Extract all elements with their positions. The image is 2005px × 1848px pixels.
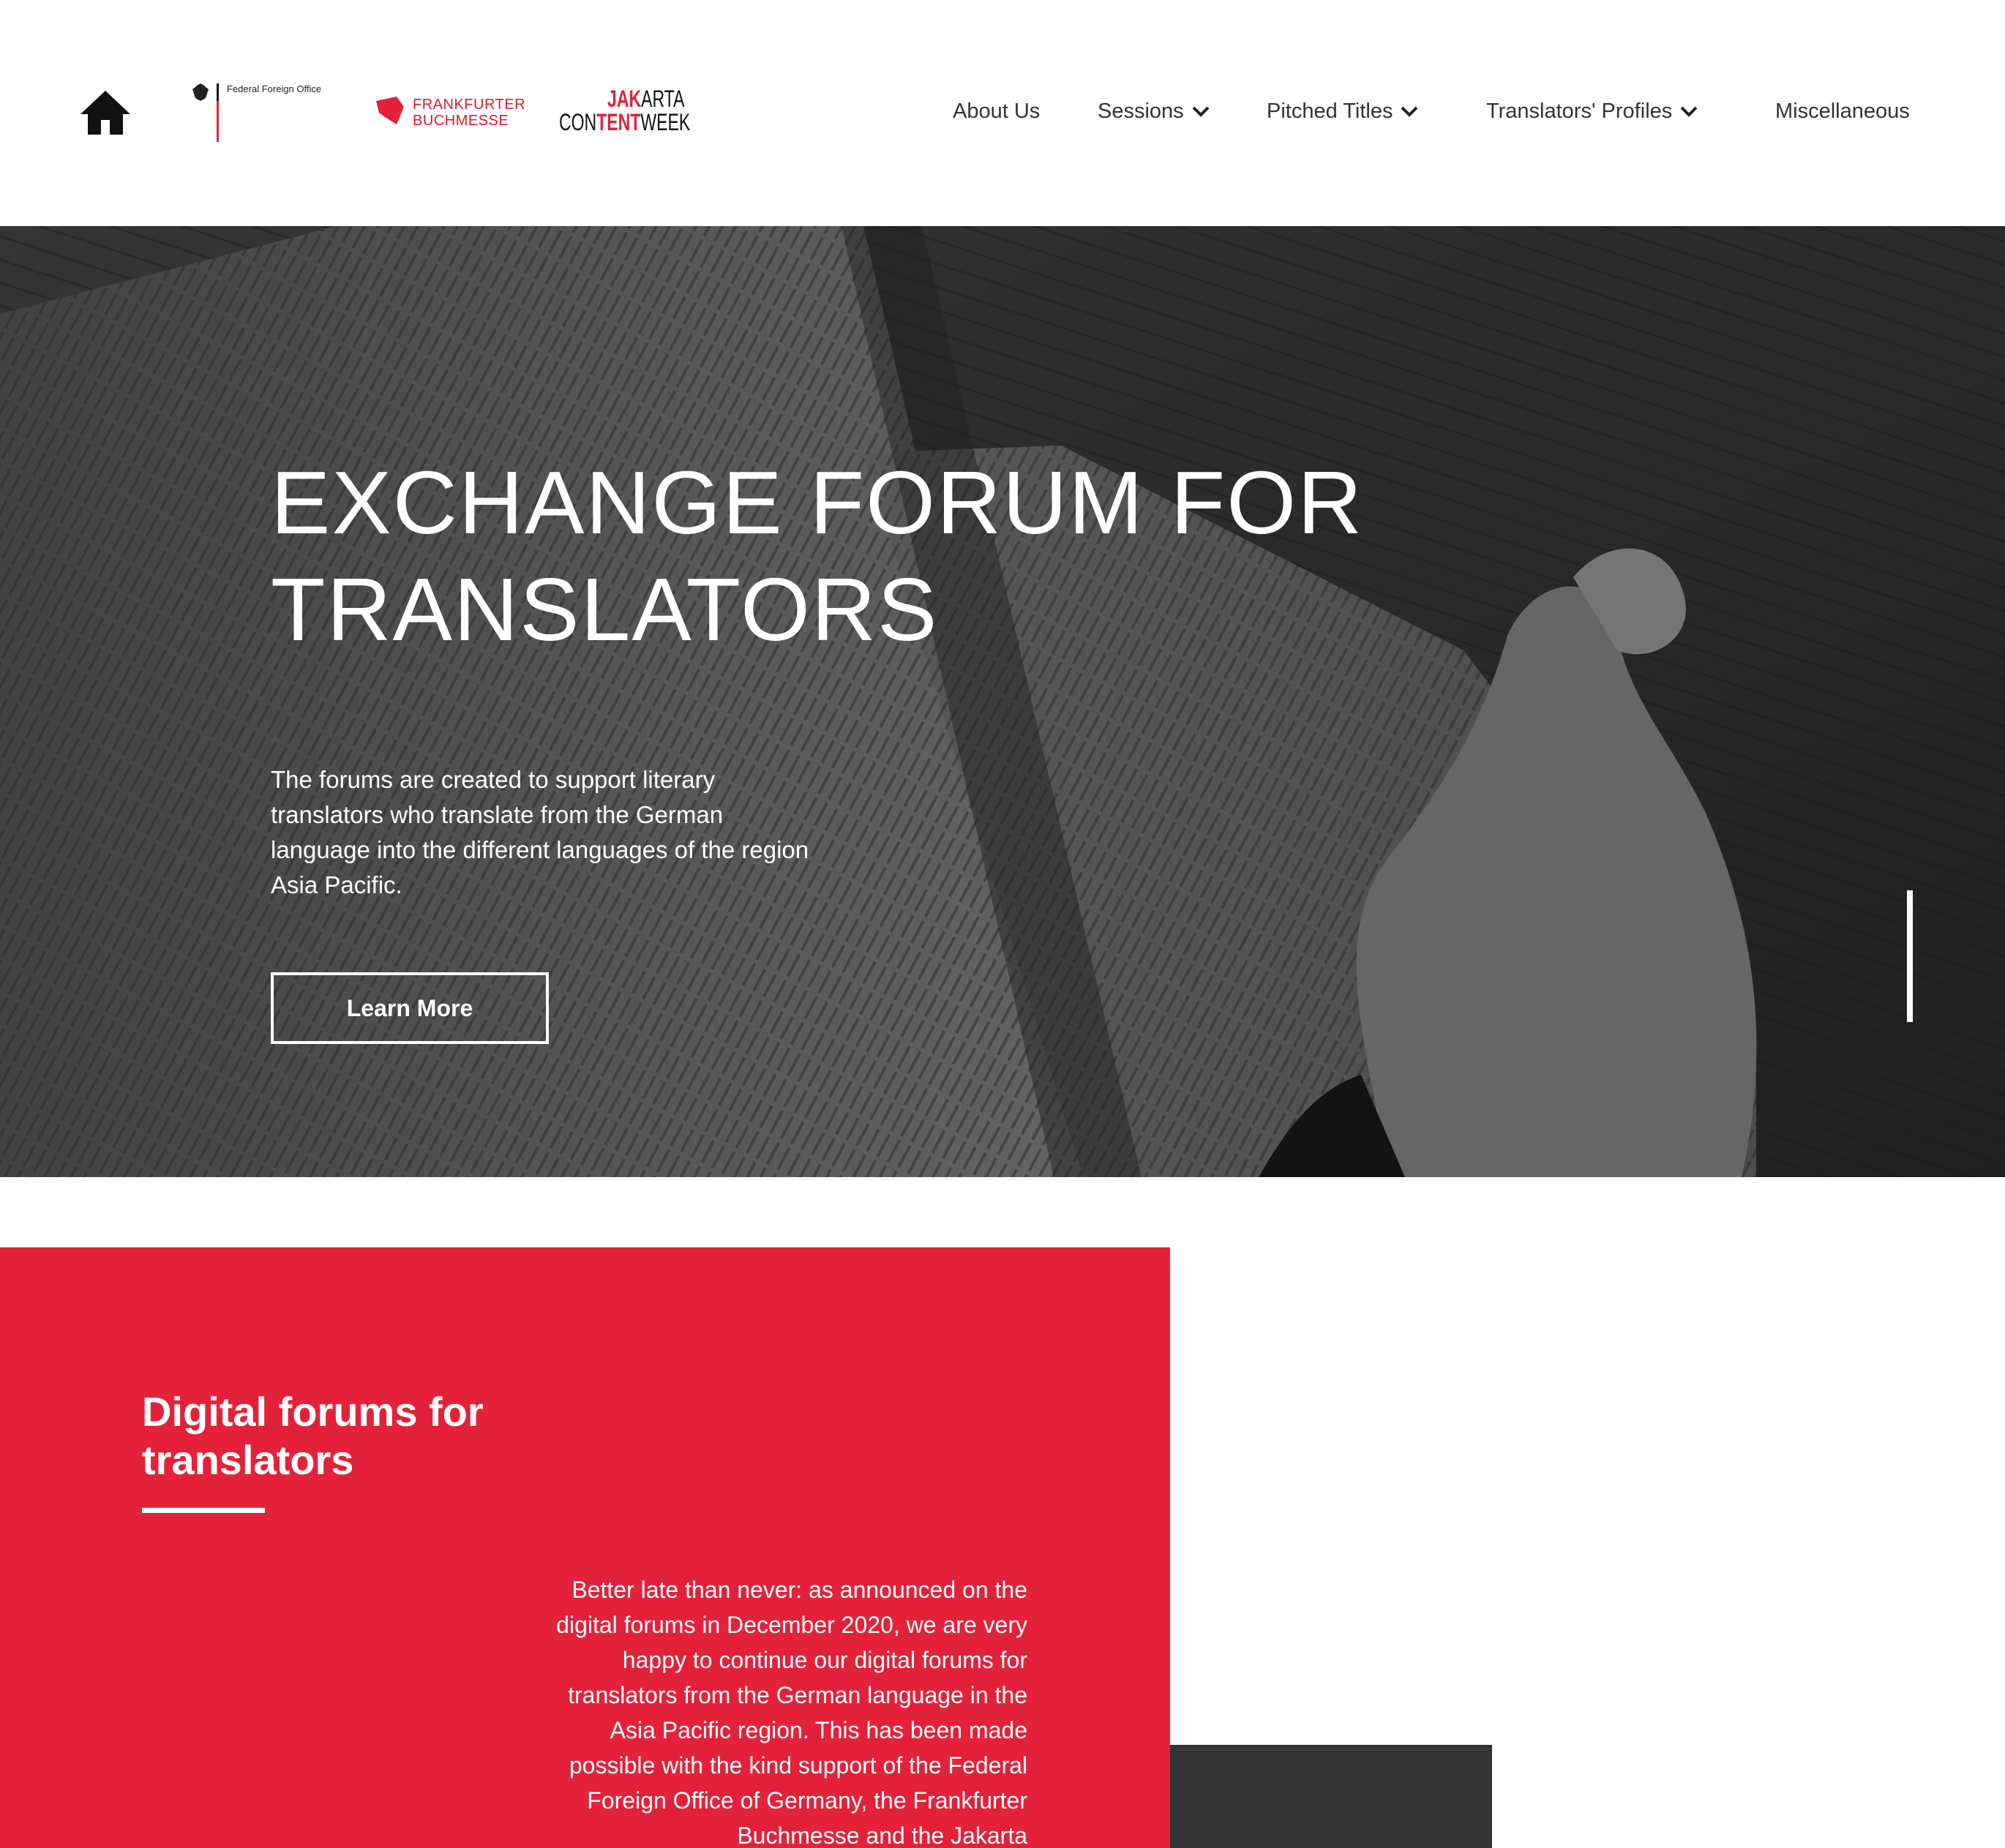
nav-miscellaneous[interactable]: Miscellaneous bbox=[1775, 97, 1910, 126]
home-icon[interactable] bbox=[79, 89, 132, 136]
section-body: Better late than never: as announced on … bbox=[556, 1577, 1027, 1848]
nav-pitched-label: Pitched Titles bbox=[1267, 99, 1393, 123]
dark-image-block bbox=[1170, 1745, 1492, 1848]
fbm-line-2: BUCHMESSE bbox=[413, 113, 509, 129]
buchmesse-mark-icon bbox=[376, 97, 404, 124]
hero-description: The forums are created to support litera… bbox=[271, 766, 809, 898]
nav-profiles-label: Translators' Profiles bbox=[1486, 99, 1673, 123]
jcw-jak: JAK bbox=[607, 86, 642, 112]
ffo-label: Federal Foreign Office bbox=[227, 83, 322, 94]
nav-sessions-label: Sessions bbox=[1098, 99, 1184, 123]
chevron-down-icon bbox=[1680, 106, 1698, 117]
jcw-week: WEEK bbox=[640, 109, 691, 135]
frankfurter-buchmesse-logo[interactable]: FRANKFURTER BUCHMESSE bbox=[375, 95, 525, 132]
site-header: Federal Foreign Office FRANKFURTER BUCHM… bbox=[0, 0, 2005, 226]
federal-eagle-icon bbox=[192, 83, 219, 116]
jcw-con: CON bbox=[559, 109, 597, 135]
nav-pitched-titles[interactable]: Pitched Titles bbox=[1267, 97, 1419, 126]
section-title: Digital forums for translators bbox=[142, 1389, 484, 1483]
nav-about-us[interactable]: About Us bbox=[953, 97, 1040, 126]
learn-more-button[interactable]: Learn More bbox=[271, 972, 549, 1044]
hero-title: EXCHANGE FORUM FOR TRANSLATORS bbox=[271, 453, 1364, 659]
chevron-down-icon bbox=[1401, 106, 1418, 117]
jakarta-content-week-logo[interactable]: JAKARTA CONTENTWEEK bbox=[559, 86, 698, 139]
fbm-line-1: FRANKFURTER bbox=[413, 97, 526, 113]
digital-forums-section: Digital forums for translators Better la… bbox=[0, 1247, 1170, 1848]
chevron-down-icon bbox=[1192, 106, 1210, 117]
jcw-arta: ARTA bbox=[641, 86, 685, 112]
federal-foreign-office-logo[interactable]: Federal Foreign Office bbox=[189, 79, 321, 145]
nav-misc-label: Miscellaneous bbox=[1775, 99, 1910, 123]
flag-bar bbox=[217, 83, 219, 142]
nav-sessions[interactable]: Sessions bbox=[1098, 97, 1210, 126]
title-underline bbox=[142, 1508, 265, 1513]
jcw-tent: TENT bbox=[596, 109, 641, 135]
nav-translators-profiles[interactable]: Translators' Profiles bbox=[1486, 97, 1698, 126]
hero-banner: EXCHANGE FORUM FOR TRANSLATORS The forum… bbox=[0, 226, 2005, 1177]
slider-indicator[interactable] bbox=[1907, 890, 1913, 1022]
nav-about-label: About Us bbox=[953, 99, 1041, 123]
